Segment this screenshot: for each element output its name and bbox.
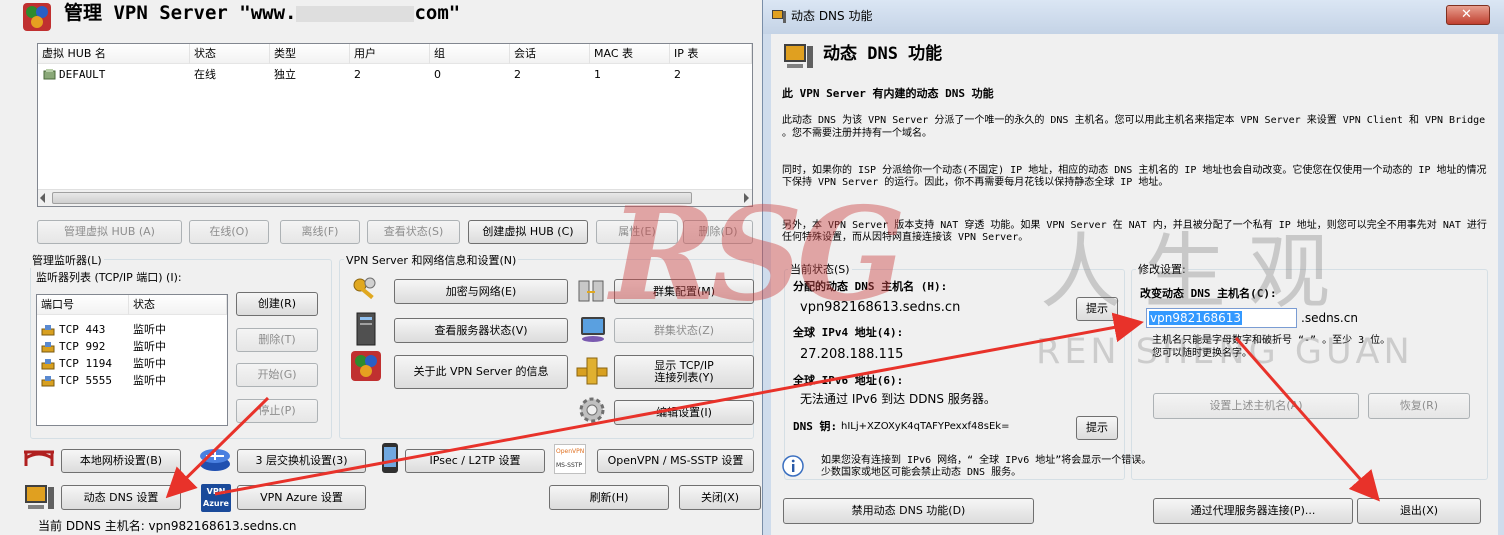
annotation-arrows [165,312,1380,502]
